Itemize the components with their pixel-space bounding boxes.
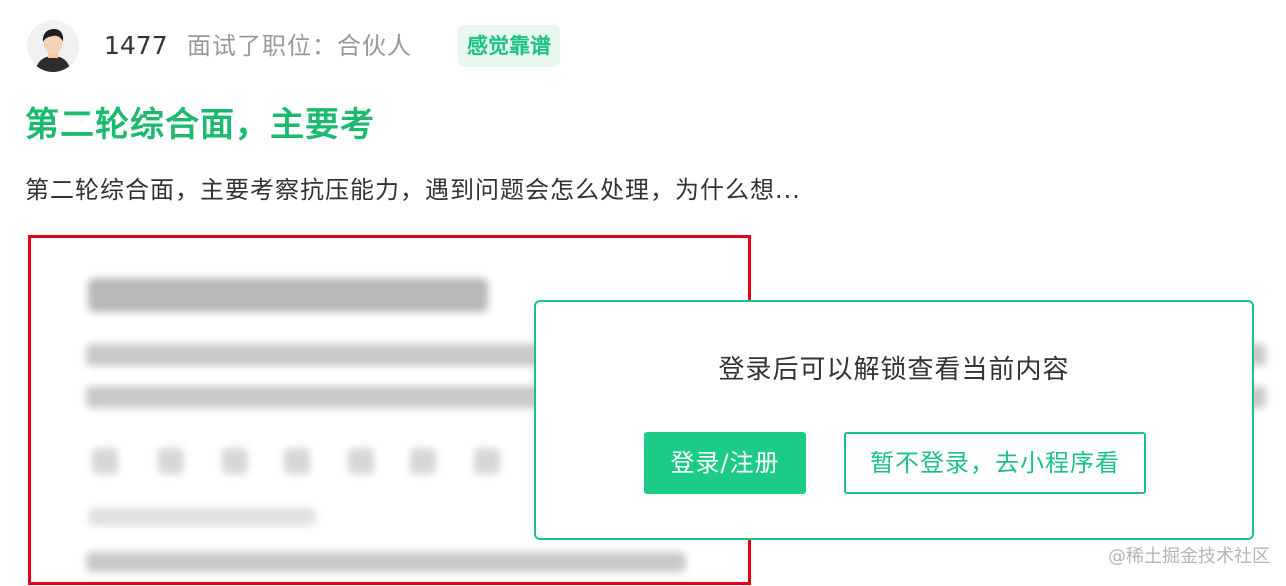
- user-avatar-icon: [27, 20, 79, 72]
- login-prompt: 登录后可以解锁查看当前内容: [718, 355, 1070, 385]
- login-register-button[interactable]: 登录/注册: [644, 432, 806, 494]
- post-title[interactable]: 第二轮综合面，主要考: [25, 104, 375, 146]
- rating-tag: 感觉靠谱: [458, 25, 560, 67]
- post-excerpt: 第二轮综合面，主要考察抗压能力，遇到问题会怎么处理，为什么想...: [25, 176, 801, 204]
- watermark: @稀土掘金技术社区: [1108, 546, 1270, 567]
- user-id: 1477: [104, 31, 168, 60]
- avatar[interactable]: [27, 20, 79, 72]
- login-overlay: 登录后可以解锁查看当前内容 登录/注册 暂不登录，去小程序看: [534, 300, 1254, 540]
- interview-info: 面试了职位：合伙人: [187, 32, 412, 60]
- open-mini-program-button[interactable]: 暂不登录，去小程序看: [844, 432, 1146, 494]
